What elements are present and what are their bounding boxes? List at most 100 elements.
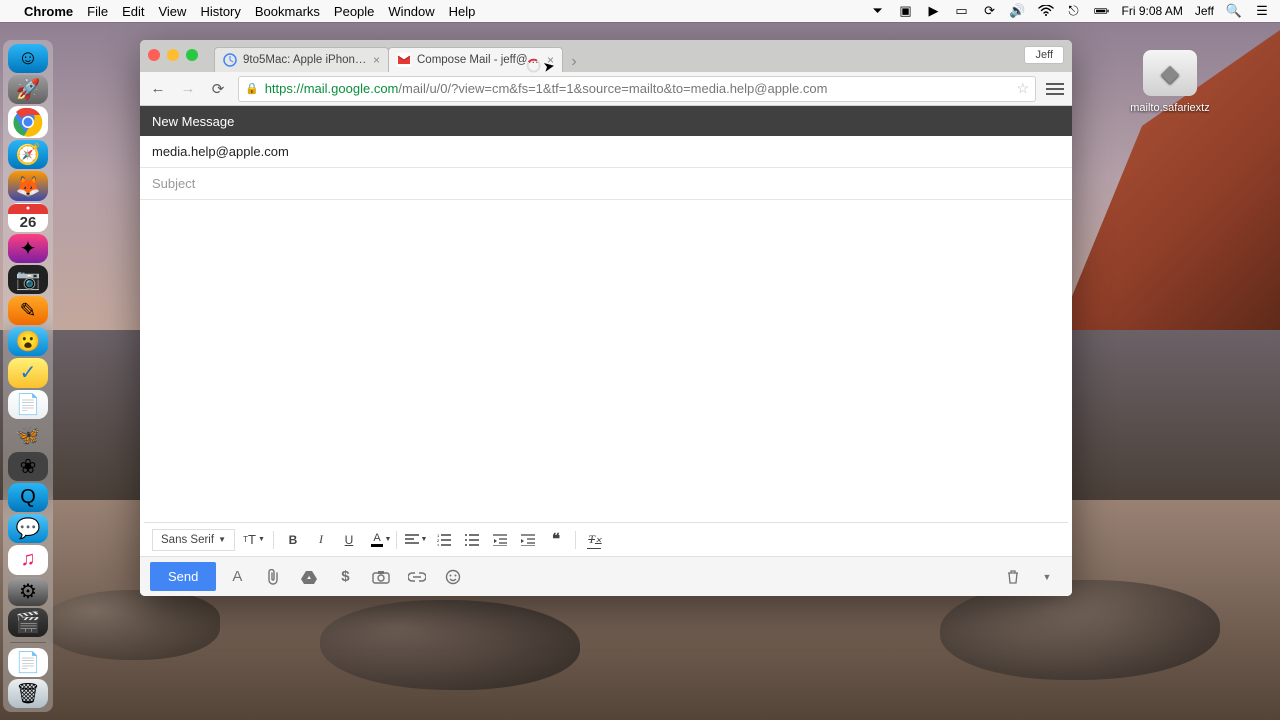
quote-icon[interactable]: ❝ (543, 528, 569, 552)
money-icon[interactable]: $ (330, 562, 360, 592)
dock-photos[interactable]: ❀ (8, 452, 48, 481)
dock-trash[interactable]: 🗑 (8, 679, 48, 708)
chrome-profile-pill[interactable]: Jeff (1024, 46, 1064, 64)
url-host: https://mail.google.com (265, 81, 399, 96)
dock-finalcut[interactable]: ✦ (8, 234, 48, 263)
dock-pixelmator[interactable]: ✎ (8, 296, 48, 325)
dock-hipchat[interactable]: Q (8, 483, 48, 512)
dock-photobooth[interactable]: 📷 (8, 265, 48, 294)
menu-window[interactable]: Window (388, 4, 434, 19)
gmail-favicon-icon (397, 53, 411, 67)
window-zoom-icon[interactable] (186, 49, 198, 61)
menu-people[interactable]: People (334, 4, 374, 19)
subject-input[interactable] (152, 176, 1060, 191)
dock-butterfly[interactable]: 🦋 (8, 421, 48, 450)
tab-close-icon[interactable]: × (373, 53, 380, 67)
dock-itunes[interactable]: ♫ (8, 545, 48, 574)
align-icon[interactable]: ▼ (403, 528, 429, 552)
app-name[interactable]: Chrome (24, 4, 73, 19)
back-button[interactable]: ← (148, 79, 168, 99)
volume-icon[interactable]: 🔊 (1010, 3, 1026, 19)
wifi-icon[interactable] (1038, 3, 1054, 19)
new-tab-button[interactable]: › (562, 52, 586, 72)
dock-notes[interactable]: 📄 (8, 390, 48, 419)
display-icon[interactable]: ▶ (926, 3, 942, 19)
font-selector[interactable]: Sans Serif▼ (152, 529, 235, 551)
formatting-toolbar: Sans Serif▼ TT▼ B I U A▼ ▼ 123 ❝ T✕ (144, 522, 1068, 556)
remove-format-icon[interactable]: T✕ (582, 528, 608, 552)
chrome-menu-icon[interactable] (1046, 83, 1064, 95)
send-button[interactable]: Send (150, 562, 216, 591)
safariextz-icon: ◆ (1143, 50, 1197, 96)
menu-file[interactable]: File (87, 4, 108, 19)
dock-chrome[interactable] (8, 106, 48, 138)
dropbox-icon[interactable]: ⏷ (870, 3, 886, 19)
dock-messages[interactable]: 💬 (8, 514, 48, 543)
dock-settings[interactable]: ⚙ (8, 577, 48, 606)
lock-icon: 🔒 (245, 82, 259, 95)
clock[interactable]: Fri 9:08 AM (1122, 4, 1183, 18)
dock-screenflow[interactable]: 🎬 (8, 608, 48, 637)
address-bar[interactable]: 🔒 https://mail.google.com/mail/u/0/?view… (238, 76, 1036, 102)
bullet-list-icon[interactable] (459, 528, 485, 552)
dock-safari[interactable]: 🧭 (8, 140, 48, 169)
indent-more-icon[interactable] (515, 528, 541, 552)
dock-things[interactable]: ✓ (8, 358, 48, 387)
discard-icon[interactable] (998, 562, 1028, 592)
bold-icon[interactable]: B (280, 528, 306, 552)
menu-help[interactable]: Help (449, 4, 476, 19)
menu-bookmarks[interactable]: Bookmarks (255, 4, 320, 19)
formatting-toggle-icon[interactable]: A (222, 562, 252, 592)
clock-favicon-icon (223, 53, 237, 67)
text-color-icon[interactable]: A▼ (364, 528, 390, 552)
bookmark-star-icon[interactable]: ☆ (1016, 80, 1029, 97)
desktop-file[interactable]: ◆ mailto.safariextz (1125, 50, 1215, 114)
dock-app-blue[interactable]: 😮 (8, 327, 48, 356)
reload-button[interactable]: ⟳ (208, 79, 228, 99)
spotlight-icon[interactable]: 🔍 (1226, 3, 1242, 19)
compose-header: New Message (140, 106, 1072, 136)
font-size-icon[interactable]: TT▼ (241, 528, 267, 552)
airplay-icon[interactable]: ▭ (954, 3, 970, 19)
send-row: Send A $ ▼ (140, 556, 1072, 596)
dock-firefox[interactable]: 🦊 (8, 171, 48, 200)
notification-center-icon[interactable]: ☰ (1254, 3, 1270, 19)
link-icon[interactable] (402, 562, 432, 592)
photo-icon[interactable] (366, 562, 396, 592)
chrome-window: 9to5Mac: Apple iPhone, M × Compose Mail - … (140, 40, 1072, 596)
dock-launchpad[interactable]: 🚀 (8, 75, 48, 104)
tab-label: Compose Mail - jeff@9to5 (417, 54, 541, 66)
bluetooth-icon[interactable]: ⎋ (1066, 3, 1082, 19)
menu-view[interactable]: View (158, 4, 186, 19)
dock: ☺🚀🧭🦊●26✦📷✎😮✓📄🦋❀Q💬♫⚙🎬📄🗑 (3, 40, 53, 712)
attach-icon[interactable] (258, 562, 288, 592)
underline-icon[interactable]: U (336, 528, 362, 552)
compose-body[interactable] (140, 200, 1072, 522)
tab-label: 9to5Mac: Apple iPhone, M (243, 54, 367, 66)
dock-finder[interactable]: ☺ (8, 44, 48, 73)
more-options-icon[interactable]: ▼ (1032, 562, 1062, 592)
numbered-list-icon[interactable]: 123 (431, 528, 457, 552)
sync-icon[interactable]: ⟳ (982, 3, 998, 19)
battery-icon[interactable] (1094, 3, 1110, 19)
tab-strip: 9to5Mac: Apple iPhone, M × Compose Mail - … (140, 40, 1072, 72)
drive-icon[interactable] (294, 562, 324, 592)
subject-field-row[interactable] (140, 168, 1072, 200)
emoji-icon[interactable] (438, 562, 468, 592)
mouse-cursor: ➤ (542, 57, 557, 76)
user-name[interactable]: Jeff (1195, 4, 1214, 18)
menu-history[interactable]: History (200, 4, 240, 19)
indent-less-icon[interactable] (487, 528, 513, 552)
menu-edit[interactable]: Edit (122, 4, 144, 19)
status-icon[interactable]: ▣ (898, 3, 914, 19)
forward-button[interactable]: → (178, 79, 198, 99)
window-close-icon[interactable] (148, 49, 160, 61)
dock-calendar[interactable]: ●26 (8, 203, 48, 232)
to-field-row[interactable]: media.help@apple.com (140, 136, 1072, 168)
window-minimize-icon[interactable] (167, 49, 179, 61)
dock-document[interactable]: 📄 (8, 648, 48, 677)
menubar: Chrome File Edit View History Bookmarks Peopl… (0, 0, 1280, 22)
browser-tab[interactable]: 9to5Mac: Apple iPhone, M × (214, 47, 389, 72)
italic-icon[interactable]: I (308, 528, 334, 552)
chrome-toolbar: ← → ⟳ 🔒 https://mail.google.com/mail/u/0… (140, 72, 1072, 106)
